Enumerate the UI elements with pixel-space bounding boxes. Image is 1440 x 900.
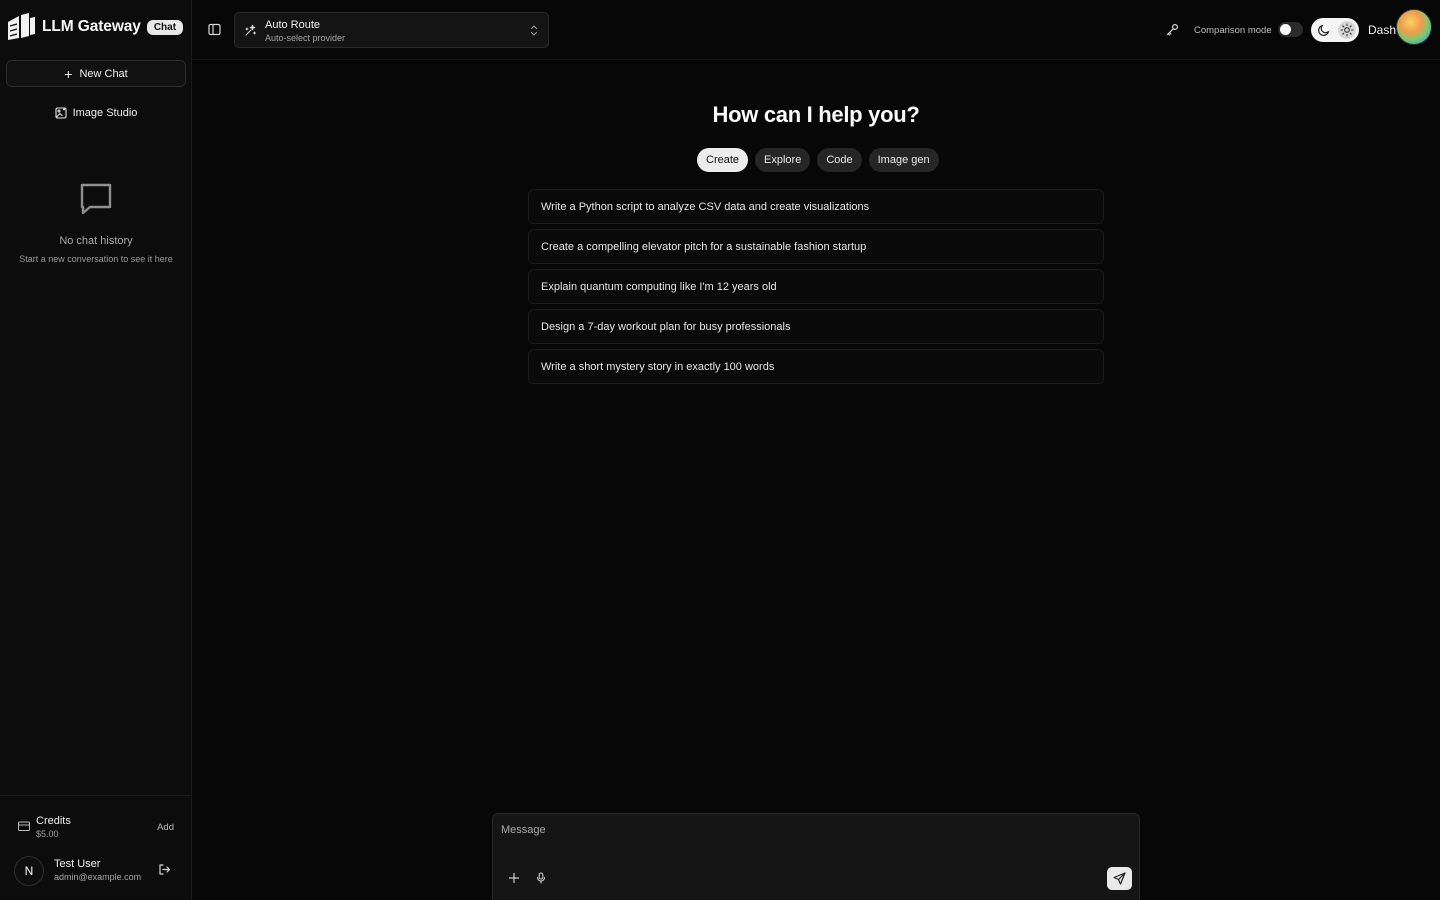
image-edit-icon (55, 107, 67, 119)
avatar: N (14, 856, 44, 886)
model-name: Auto Route (265, 19, 321, 31)
suggestion-item[interactable]: Write a Python script to analyze CSV dat… (528, 189, 1104, 224)
sidebar: LLM Gateway Chat + New Chat Image Studio… (0, 0, 192, 900)
message-input[interactable] (501, 824, 1121, 848)
new-chat-button[interactable]: + New Chat (6, 60, 186, 87)
tab-create[interactable]: Create (697, 148, 749, 172)
brand-name: LLM Gateway (42, 18, 141, 35)
plus-icon: + (64, 65, 73, 82)
chat-badge: Chat (146, 19, 184, 35)
top-bar: Auto Route Auto-select provider Comparis… (192, 0, 1440, 60)
api-key-icon[interactable] (1166, 23, 1179, 36)
attach-plus-icon[interactable] (508, 872, 520, 884)
toggle-knob (1280, 24, 1291, 35)
sidebar-toggle-icon[interactable] (208, 23, 221, 36)
chevron-up-down-icon (530, 25, 538, 36)
prompt-category-tabs: Create Explore Code Image gen (697, 148, 939, 172)
empty-history-title: No chat history (59, 235, 133, 247)
empty-chat-history: No chat history Start a new conversation… (0, 180, 192, 264)
llm-gateway-logo-icon (8, 13, 35, 40)
page-title: How can I help you? (712, 102, 920, 127)
microphone-icon[interactable] (535, 872, 547, 884)
user-email: admin@example.com (54, 872, 142, 882)
user-profile[interactable]: N Test User admin@example.com (14, 856, 184, 888)
add-credits-button[interactable]: Add (157, 822, 174, 833)
credit-card-icon (18, 821, 30, 831)
chat-bubble-icon (80, 183, 112, 215)
send-button[interactable] (1107, 867, 1132, 890)
empty-history-subtitle: Start a new conversation to see it here (19, 254, 173, 264)
message-composer (492, 813, 1140, 900)
credits-panel: Credits $5.00 Add (18, 815, 178, 843)
tab-code[interactable]: Code (817, 148, 862, 172)
comparison-mode-label: Comparison mode (1194, 25, 1272, 36)
sidebar-footer: Credits $5.00 Add N Test User admin@exam… (0, 795, 192, 886)
dashboard-link[interactable]: Dash (1368, 23, 1396, 37)
logout-icon[interactable] (158, 863, 171, 876)
tab-explore[interactable]: Explore (755, 148, 811, 172)
profile-avatar[interactable] (1396, 9, 1432, 45)
comparison-mode-toggle[interactable] (1278, 22, 1303, 37)
suggestion-item[interactable]: Create a compelling elevator pitch for a… (528, 229, 1104, 264)
brand[interactable]: LLM Gateway Chat (6, 11, 184, 43)
user-name: Test User (54, 858, 101, 870)
credits-balance: $5.00 (36, 829, 59, 839)
sun-icon (1340, 23, 1354, 37)
tab-image-gen[interactable]: Image gen (868, 148, 939, 172)
suggestion-item[interactable]: Write a short mystery story in exactly 1… (528, 349, 1104, 384)
image-studio-label: Image Studio (72, 107, 138, 119)
suggestion-item[interactable]: Design a 7-day workout plan for busy pro… (528, 309, 1104, 344)
suggestion-item[interactable]: Explain quantum computing like I'm 12 ye… (528, 269, 1104, 304)
suggestion-list: Write a Python script to analyze CSV dat… (528, 189, 1104, 389)
credits-title: Credits (36, 815, 71, 827)
theme-toggle[interactable] (1311, 18, 1359, 42)
sparkle-icon (245, 24, 257, 36)
send-icon (1113, 872, 1126, 885)
model-subtitle: Auto-select provider (265, 33, 346, 43)
moon-icon (1318, 24, 1330, 36)
model-selector[interactable]: Auto Route Auto-select provider (234, 12, 549, 48)
sun-button (1338, 21, 1356, 39)
new-chat-label: New Chat (79, 67, 128, 80)
image-studio-link[interactable]: Image Studio (6, 101, 186, 125)
